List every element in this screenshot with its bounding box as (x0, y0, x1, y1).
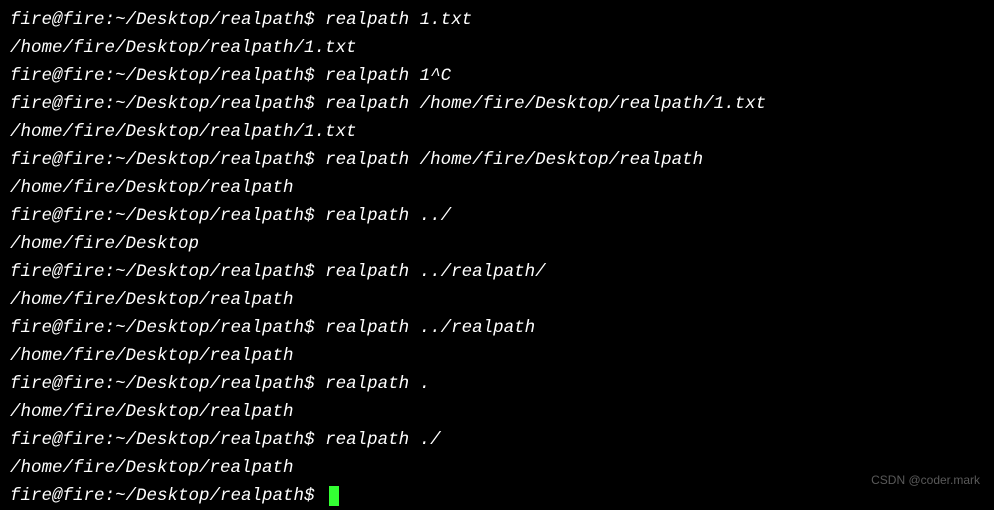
prompt: fire@fire:~/Desktop/realpath$ (10, 150, 325, 170)
cursor (329, 486, 339, 506)
command-text: realpath ../realpath (325, 318, 535, 338)
terminal-output-line: /home/fire/Desktop/realpath (10, 174, 984, 202)
terminal-output[interactable]: fire@fire:~/Desktop/realpath$ realpath 1… (10, 6, 984, 510)
terminal-output-line: /home/fire/Desktop (10, 230, 984, 258)
prompt: fire@fire:~/Desktop/realpath$ (10, 262, 325, 282)
command-text: realpath /home/fire/Desktop/realpath (325, 150, 703, 170)
terminal-command-line: fire@fire:~/Desktop/realpath$ realpath 1… (10, 6, 984, 34)
terminal-command-line: fire@fire:~/Desktop/realpath$ realpath .… (10, 426, 984, 454)
terminal-command-line: fire@fire:~/Desktop/realpath$ realpath 1… (10, 62, 984, 90)
command-text: realpath . (325, 374, 430, 394)
terminal-output-line: /home/fire/Desktop/realpath/1.txt (10, 118, 984, 146)
terminal-output-line: /home/fire/Desktop/realpath (10, 398, 984, 426)
command-text: realpath /home/fire/Desktop/realpath/1.t… (325, 94, 766, 114)
prompt: fire@fire:~/Desktop/realpath$ (10, 374, 325, 394)
terminal-command-line: fire@fire:~/Desktop/realpath$ realpath .… (10, 314, 984, 342)
command-text: realpath 1.txt (325, 10, 472, 30)
prompt: fire@fire:~/Desktop/realpath$ (10, 10, 325, 30)
command-text: realpath ./ (325, 430, 441, 450)
terminal-output-line: /home/fire/Desktop/realpath (10, 342, 984, 370)
prompt: fire@fire:~/Desktop/realpath$ (10, 66, 325, 86)
prompt: fire@fire:~/Desktop/realpath$ (10, 318, 325, 338)
watermark: CSDN @coder.mark (871, 466, 980, 494)
terminal-output-line: /home/fire/Desktop/realpath/1.txt (10, 34, 984, 62)
terminal-output-line: /home/fire/Desktop/realpath (10, 454, 984, 482)
terminal-active-line[interactable]: fire@fire:~/Desktop/realpath$ (10, 482, 984, 510)
prompt: fire@fire:~/Desktop/realpath$ (10, 486, 325, 506)
terminal-command-line: fire@fire:~/Desktop/realpath$ realpath /… (10, 90, 984, 118)
command-text: realpath ../realpath/ (325, 262, 546, 282)
terminal-command-line: fire@fire:~/Desktop/realpath$ realpath . (10, 370, 984, 398)
prompt: fire@fire:~/Desktop/realpath$ (10, 430, 325, 450)
terminal-command-line: fire@fire:~/Desktop/realpath$ realpath .… (10, 202, 984, 230)
terminal-command-line: fire@fire:~/Desktop/realpath$ realpath /… (10, 146, 984, 174)
terminal-output-line: /home/fire/Desktop/realpath (10, 286, 984, 314)
command-text: realpath ../ (325, 206, 451, 226)
prompt: fire@fire:~/Desktop/realpath$ (10, 206, 325, 226)
prompt: fire@fire:~/Desktop/realpath$ (10, 94, 325, 114)
command-text: realpath 1^C (325, 66, 451, 86)
terminal-command-line: fire@fire:~/Desktop/realpath$ realpath .… (10, 258, 984, 286)
